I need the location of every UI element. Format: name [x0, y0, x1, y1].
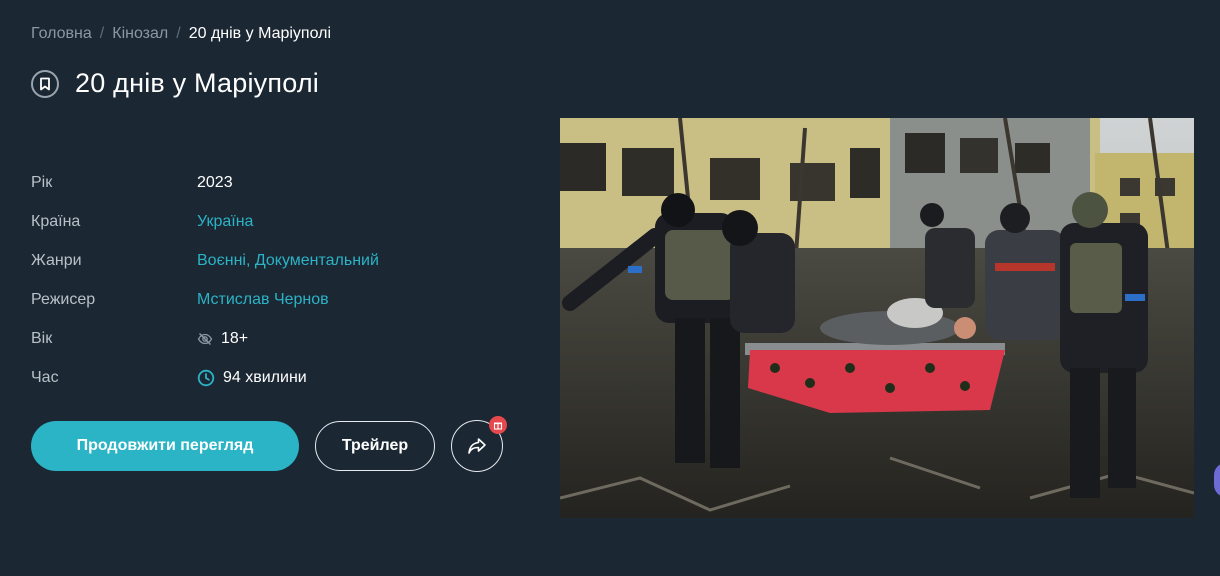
director-link[interactable]: Мстислав Чернов: [197, 291, 329, 309]
title-row: 20 днів у Маріуполі: [31, 68, 319, 99]
bookmark-button[interactable]: [31, 69, 59, 98]
info-row-genres: Жанри Воєнні, Документальний: [31, 241, 379, 280]
clock-icon: [197, 369, 215, 386]
info-row-duration: Час 94 хвилини: [31, 358, 379, 397]
info-row-age: Вік 18+: [31, 319, 379, 358]
breadcrumb-cinema[interactable]: Кінозал: [112, 25, 168, 43]
genres-link[interactable]: Воєнні, Документальний: [197, 252, 379, 270]
breadcrumb-separator: /: [176, 25, 181, 42]
share-icon: [468, 438, 486, 454]
share-wrapper: [451, 416, 507, 472]
poster-image: [560, 118, 1194, 518]
bookmark-icon: [40, 77, 50, 90]
gift-badge: [489, 416, 507, 434]
breadcrumb-separator: /: [99, 25, 105, 42]
age-value: 18+: [221, 329, 249, 347]
action-bar: Продовжити перегляд Трейлер: [31, 416, 507, 472]
country-label: Країна: [31, 212, 81, 230]
breadcrumb-home[interactable]: Головна: [31, 25, 92, 43]
age-value-group: 18+: [197, 330, 248, 348]
director-label: Режисер: [31, 290, 96, 308]
duration-value-group: 94 хвилини: [197, 369, 307, 387]
eye-off-icon: [197, 332, 213, 345]
info-row-country: Країна Україна: [31, 202, 379, 241]
year-label: Рік: [31, 173, 53, 191]
continue-watching-button[interactable]: Продовжити перегляд: [31, 421, 299, 471]
floating-edge-button[interactable]: [1214, 463, 1220, 497]
breadcrumb: Головна / Кінозал / 20 днів у Маріуполі: [31, 25, 331, 43]
duration-label: Час: [31, 368, 59, 386]
breadcrumb-current: 20 днів у Маріуполі: [188, 25, 332, 42]
trailer-button[interactable]: Трейлер: [315, 421, 435, 471]
film-poster: [560, 118, 1194, 518]
country-link[interactable]: Україна: [197, 213, 253, 231]
duration-value: 94 хвилини: [223, 368, 307, 386]
page-title: 20 днів у Маріуполі: [75, 68, 319, 98]
info-row-year: Рік 2023: [31, 163, 379, 202]
gift-icon: [493, 422, 503, 430]
genres-label: Жанри: [31, 251, 82, 269]
year-value: 2023: [197, 173, 233, 191]
info-row-director: Режисер Мстислав Чернов: [31, 280, 379, 319]
film-info: Рік 2023 Країна Україна Жанри Воєнні, До…: [31, 163, 379, 397]
age-label: Вік: [31, 329, 53, 347]
